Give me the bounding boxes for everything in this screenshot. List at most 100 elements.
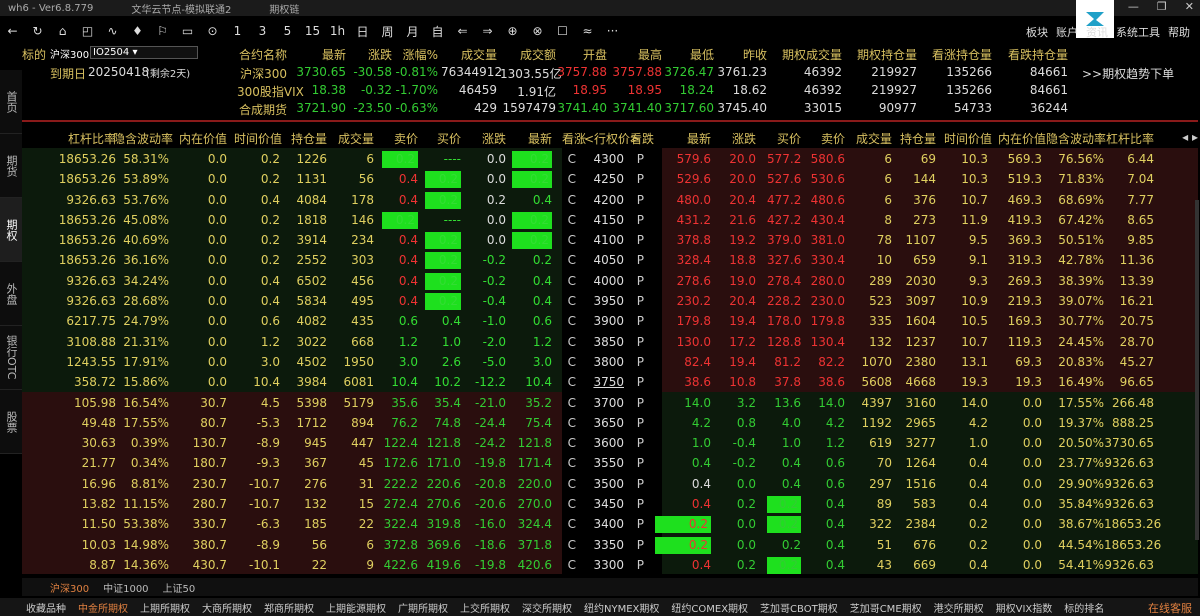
toolbar-button-1[interactable]: ↻ bbox=[25, 24, 50, 38]
cell-3-11[interactable]: 4150 bbox=[584, 212, 624, 229]
bottom-tab-0[interactable]: 沪深300 bbox=[50, 580, 89, 595]
exchange-tab-14[interactable]: 期权VIX指数 bbox=[996, 600, 1053, 615]
cell-14-11[interactable]: 3600 bbox=[584, 435, 624, 452]
tab-cloud-node[interactable]: 文华云节点-模拟联通2 bbox=[131, 1, 231, 16]
cell-6-11[interactable]: 4000 bbox=[584, 273, 624, 290]
tab-option-chain[interactable]: 期权链 bbox=[269, 1, 299, 16]
grid-row-19[interactable]: 10.03 14.98% 380.7 -8.9 56 6 372.8 369.6 -18.6 37… bbox=[22, 533, 1198, 554]
cell-0-11[interactable]: 4300 bbox=[584, 151, 624, 168]
toolbar-button-10[interactable]: 3 bbox=[250, 24, 275, 38]
cell-5-11[interactable]: 4050 bbox=[584, 252, 624, 269]
cell-9-11[interactable]: 3850 bbox=[584, 334, 624, 351]
cell-20-11[interactable]: 3300 bbox=[584, 557, 624, 574]
toolbar-button-17[interactable]: 自 bbox=[425, 23, 450, 40]
toolbar-button-16[interactable]: 月 bbox=[400, 23, 425, 40]
toolbar-button-2[interactable]: ⌂ bbox=[50, 24, 75, 38]
toolbar-button-3[interactable]: ◰ bbox=[75, 24, 100, 38]
toolbar-button-15[interactable]: 周 bbox=[375, 23, 400, 40]
exchange-tab-0[interactable]: 收藏品种 bbox=[26, 600, 66, 615]
cell-18-11[interactable]: 3400 bbox=[584, 516, 624, 533]
cell-11-11[interactable]: 3750 bbox=[584, 374, 624, 391]
bottom-tab-2[interactable]: 上证50 bbox=[163, 580, 196, 595]
side-tab-3[interactable]: 外盘 bbox=[0, 262, 22, 326]
grid-row-12[interactable]: 105.98 16.54% 30.7 4.5 5398 5179 35.6 35.4 -21.0… bbox=[22, 391, 1198, 412]
exchange-tab-10[interactable]: 纽约COMEX期权 bbox=[671, 600, 748, 615]
toolbar-button-5[interactable]: ♦ bbox=[125, 24, 150, 38]
toolbar-button-14[interactable]: 日 bbox=[350, 23, 375, 40]
cell-8-11[interactable]: 3900 bbox=[584, 313, 624, 330]
online-service-link[interactable]: 在线客服 bbox=[1148, 600, 1192, 616]
exchange-tab-3[interactable]: 大商所期权 bbox=[202, 600, 252, 615]
toolbar-button-0[interactable]: ← bbox=[0, 24, 25, 38]
underlying-select[interactable]: 沪深300 bbox=[50, 46, 90, 61]
exchange-tab-12[interactable]: 芝加哥CME期权 bbox=[850, 600, 922, 615]
side-tab-2[interactable]: 期权 bbox=[0, 198, 22, 262]
toolbar-button-21[interactable]: ⊗ bbox=[525, 24, 550, 38]
restore-icon[interactable]: ❐ bbox=[1157, 0, 1167, 13]
minimize-icon[interactable]: — bbox=[1128, 0, 1139, 13]
top-link-1[interactable]: 账户 bbox=[1056, 24, 1078, 40]
scroll-arrows[interactable]: ◂ ▸ bbox=[1172, 130, 1198, 144]
cell-17-11[interactable]: 3450 bbox=[584, 496, 624, 513]
cell-12-11[interactable]: 3700 bbox=[584, 395, 624, 412]
exchange-tab-9[interactable]: 纽约NYMEX期权 bbox=[584, 600, 659, 615]
toolbar-button-6[interactable]: ⚐ bbox=[150, 24, 175, 38]
grid-row-20[interactable]: 8.87 14.36% 430.7 -10.1 22 9 422.6 419.6 -19.8 42… bbox=[22, 553, 1198, 575]
grid-row-4[interactable]: 18653.26 40.69% 0.0 0.2 3914 234 0.4 0.2 0.0 0.2 C… bbox=[22, 229, 1198, 250]
grid-row-7[interactable]: 9326.63 28.68% 0.0 0.4 5834 495 0.4 0.2 -0.4 0.4 C… bbox=[22, 290, 1198, 311]
grid-row-16[interactable]: 16.96 8.81% 230.7 -10.7 276 31 222.2 220.6 -20.8… bbox=[22, 472, 1198, 494]
top-link-0[interactable]: 板块 bbox=[1026, 24, 1048, 40]
grid-row-6[interactable]: 9326.63 34.24% 0.0 0.4 6502 456 0.4 0.2 -0.2 0.4 C… bbox=[22, 269, 1198, 291]
close-icon[interactable]: ✕ bbox=[1185, 0, 1194, 13]
cell-15-11[interactable]: 3550 bbox=[584, 455, 624, 472]
cell-2-11[interactable]: 4200 bbox=[584, 192, 624, 209]
exchange-tab-11[interactable]: 芝加哥CBOT期权 bbox=[760, 600, 838, 615]
exchange-tab-2[interactable]: 上期所期权 bbox=[140, 600, 190, 615]
cell-13-11[interactable]: 3650 bbox=[584, 415, 624, 432]
toolbar-button-24[interactable]: ··· bbox=[600, 24, 625, 38]
side-tab-0[interactable]: 首页 bbox=[0, 70, 22, 134]
bottom-tab-1[interactable]: 中证1000 bbox=[103, 580, 148, 595]
top-link-2[interactable]: 资讯 bbox=[1086, 24, 1108, 40]
cell-10-11[interactable]: 3800 bbox=[584, 354, 624, 371]
toolbar-button-9[interactable]: 1 bbox=[225, 24, 250, 38]
exchange-tab-5[interactable]: 上期能源期权 bbox=[326, 600, 386, 615]
toolbar-button-7[interactable]: ▭ bbox=[175, 24, 200, 38]
toolbar-button-11[interactable]: 5 bbox=[275, 24, 300, 38]
toolbar-button-18[interactable]: ⇐ bbox=[450, 24, 475, 38]
side-tab-5[interactable]: 股票 bbox=[0, 390, 22, 454]
top-link-4[interactable]: 帮助 bbox=[1168, 24, 1190, 40]
cell-4-11[interactable]: 4100 bbox=[584, 232, 624, 249]
exchange-tab-4[interactable]: 郑商所期权 bbox=[264, 600, 314, 615]
grid-row-15[interactable]: 21.77 0.34% 180.7 -9.3 367 45 172.6 171.0 -19.8 1… bbox=[22, 452, 1198, 473]
grid-row-8[interactable]: 6217.75 24.79% 0.0 0.6 4082 435 0.6 0.4 -1.0 0.6 C… bbox=[22, 310, 1198, 331]
exchange-tab-7[interactable]: 上交所期权 bbox=[460, 600, 510, 615]
toolbar-button-12[interactable]: 15 bbox=[300, 24, 325, 38]
exchange-tab-1[interactable]: 中金所期权 bbox=[78, 600, 128, 615]
exchange-tab-6[interactable]: 广期所期权 bbox=[398, 600, 448, 615]
top-link-3[interactable]: 系统工具 bbox=[1116, 24, 1160, 40]
grid-row-17[interactable]: 13.82 11.15% 280.7 -10.7 132 15 272.4 270.6 -20.… bbox=[22, 493, 1198, 514]
toolbar-button-20[interactable]: ⊕ bbox=[500, 24, 525, 38]
grid-row-0[interactable]: 18653.26 58.31% 0.0 0.2 1226 6 0.2 ---- 0.0 0.2 C 4… bbox=[22, 148, 1198, 169]
cell-1-11[interactable]: 4250 bbox=[584, 171, 624, 188]
grid-row-2[interactable]: 9326.63 53.76% 0.0 0.4 4084 178 0.4 0.2 0.2 0.4 C 4… bbox=[22, 188, 1198, 209]
grid-row-3[interactable]: 18653.26 45.08% 0.0 0.2 1818 146 0.2 ---- 0.0 0.2… bbox=[22, 208, 1198, 230]
toolbar-button-4[interactable]: ∿ bbox=[100, 24, 125, 38]
grid-row-5[interactable]: 18653.26 36.16% 0.0 0.2 2552 303 0.4 0.2 -0.2 0.2… bbox=[22, 249, 1198, 270]
grid-row-13[interactable]: 49.48 17.55% 80.7 -5.3 1712 894 76.2 74.8 -24.4 7… bbox=[22, 411, 1198, 433]
grid-row-9[interactable]: 3108.88 21.31% 0.0 1.2 3022 668 1.2 1.0 -2.0 1.2 C… bbox=[22, 330, 1198, 351]
cell-7-11[interactable]: 3950 bbox=[584, 293, 624, 310]
grid-row-10[interactable]: 1243.55 17.91% 0.0 3.0 4502 1950 3.0 2.6 -5.0 3.0… bbox=[22, 350, 1198, 372]
contract-select[interactable]: IO2504 ▾ bbox=[90, 46, 198, 59]
exchange-tab-13[interactable]: 港交所期权 bbox=[934, 600, 984, 615]
grid-row-11[interactable]: 358.72 15.86% 0.0 10.4 3984 6081 10.4 10.2 -12.2… bbox=[22, 371, 1198, 392]
exchange-tab-8[interactable]: 深交所期权 bbox=[522, 600, 572, 615]
trend-order-link[interactable]: >>期权趋势下单 bbox=[1082, 65, 1182, 82]
grid-row-1[interactable]: 18653.26 53.89% 0.0 0.2 1131 56 0.4 0.2 0.0 0.2 C 4… bbox=[22, 168, 1198, 189]
side-tab-4[interactable]: 银行OTC bbox=[0, 326, 22, 390]
toolbar-button-13[interactable]: 1h bbox=[325, 24, 350, 38]
cell-19-11[interactable]: 3350 bbox=[584, 537, 624, 554]
grid-row-18[interactable]: 11.50 53.38% 330.7 -6.3 185 22 322.4 319.8 -16.0… bbox=[22, 513, 1198, 534]
toolbar-button-22[interactable]: ☐ bbox=[550, 24, 575, 38]
